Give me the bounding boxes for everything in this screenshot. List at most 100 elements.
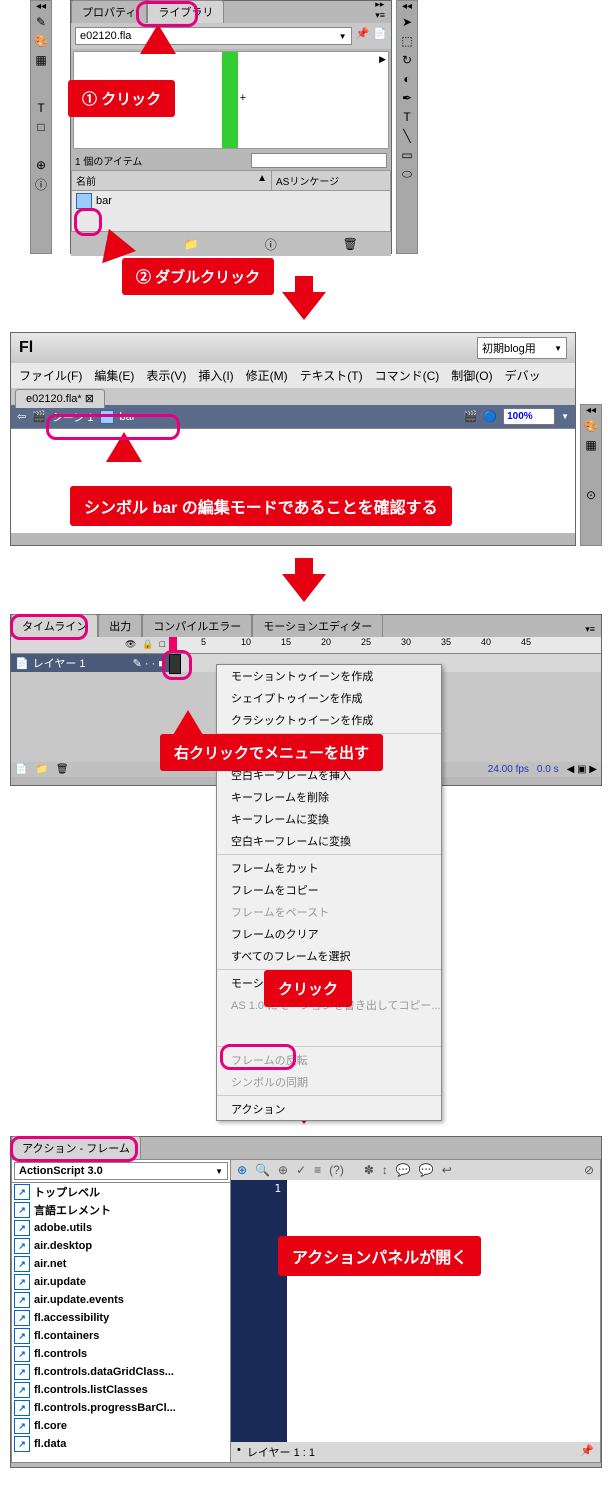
tree-fl-access[interactable]: ↗fl.accessibility — [12, 1309, 230, 1327]
arrow-1 — [282, 292, 326, 320]
new-folder-icon[interactable]: 📁 — [182, 235, 200, 253]
tool-lasso[interactable]: ◐ — [398, 70, 416, 88]
ctx-create-motion[interactable]: モーショントゥイーンを作成 — [217, 665, 441, 687]
tree-fl-list[interactable]: ↗fl.controls.listClasses — [12, 1381, 230, 1399]
delete-layer-icon[interactable]: 🗑 — [56, 764, 69, 775]
tree-air-update-ev[interactable]: ↗air.update.events — [12, 1291, 230, 1309]
script-version-dropdown[interactable]: ActionScript 3.0 — [14, 1162, 228, 1180]
menu-text[interactable]: テキスト(T) — [300, 367, 363, 384]
pin-status-icon[interactable]: 📌 — [580, 1444, 594, 1460]
tool-pencil[interactable]: ✎ — [32, 13, 50, 31]
ctx-select-all[interactable]: すべてのフレームを選択 — [217, 945, 441, 967]
tree-fl-datagrid[interactable]: ↗fl.controls.dataGridClass... — [12, 1363, 230, 1381]
search-input[interactable] — [251, 153, 387, 168]
new-layer-icon[interactable]: 📄 — [15, 764, 27, 775]
ctx-create-shape[interactable]: シェイプトゥイーンを作成 — [217, 687, 441, 709]
tool-transform[interactable]: ↻ — [398, 51, 416, 69]
uncomment-icon[interactable]: 💬 — [419, 1163, 434, 1177]
tab-output[interactable]: 出力 — [98, 614, 142, 637]
tree-air-desktop[interactable]: ↗air.desktop — [12, 1237, 230, 1255]
tree-lang[interactable]: ↗言語エレメント — [12, 1201, 230, 1219]
debug-icon[interactable]: ✽ — [364, 1163, 374, 1177]
code-editor[interactable] — [287, 1180, 600, 1442]
highlight-timeline-tab — [10, 614, 88, 640]
document-tab[interactable]: e02120.fla* ⊠ — [15, 389, 105, 408]
col-linkage[interactable]: ASリンケージ — [272, 171, 390, 190]
ctx-convert-blank[interactable]: 空白キーフレームに変換 — [217, 830, 441, 852]
tool-help[interactable]: ⊙ — [582, 486, 600, 504]
tool-palette[interactable]: 🎨 — [32, 32, 50, 50]
tree-fl-controls[interactable]: ↗fl.controls — [12, 1345, 230, 1363]
edit-symbol-icon[interactable]: 🔵 — [483, 410, 497, 423]
ctx-actions[interactable]: アクション — [217, 1098, 441, 1120]
new-icon[interactable]: 📄 — [373, 27, 387, 45]
collapse-icon[interactable]: ↕ — [382, 1163, 388, 1177]
lock-icon[interactable]: 🔒 — [142, 639, 153, 651]
tool-palette2[interactable]: 🎨 — [582, 417, 600, 435]
tool-rect[interactable]: □ — [32, 118, 50, 136]
file-dropdown[interactable]: e02120.fla — [75, 27, 352, 45]
ctx-create-classic[interactable]: クラシックトゥイーンを作成 — [217, 709, 441, 731]
library-item-bar[interactable]: bar — [72, 191, 390, 211]
timeline-ruler[interactable]: 5 10 15 20 25 30 35 40 45 — [169, 637, 601, 653]
tree-air-net[interactable]: ↗air.net — [12, 1255, 230, 1273]
ctx-clear[interactable]: フレームのクリア — [217, 923, 441, 945]
target-icon[interactable]: ⊕ — [278, 1163, 288, 1177]
menu-view[interactable]: 表示(V) — [146, 367, 186, 384]
ctx-cut[interactable]: フレームをカット — [217, 857, 441, 879]
properties-icon[interactable]: ⓘ — [262, 235, 280, 253]
tool-subselect[interactable]: ⬚ — [398, 32, 416, 50]
tool-grid[interactable]: ▦ — [32, 51, 50, 69]
tree-fl-progress[interactable]: ↗fl.controls.progressBarCl... — [12, 1399, 230, 1417]
find-icon[interactable]: 🔍 — [255, 1163, 270, 1177]
pin2-icon[interactable]: ↩ — [442, 1163, 452, 1177]
tree-fl-data[interactable]: ↗fl.data — [12, 1435, 230, 1453]
tool-info[interactable]: ⓘ — [32, 175, 50, 193]
menu-edit[interactable]: 編集(E) — [94, 367, 134, 384]
tab-compile[interactable]: コンパイルエラー — [142, 614, 252, 637]
tool-text2[interactable]: T — [398, 108, 416, 126]
ctx-delete-key[interactable]: キーフレームを削除 — [217, 786, 441, 808]
tab-motion[interactable]: モーションエディター — [252, 614, 383, 637]
menu-debug[interactable]: デバッ — [505, 367, 541, 384]
menu-control[interactable]: 制御(O) — [451, 367, 492, 384]
delete-icon[interactable]: 🗑 — [341, 235, 359, 253]
tree-fl-containers[interactable]: ↗fl.containers — [12, 1327, 230, 1345]
tree-air-update[interactable]: ↗air.update — [12, 1273, 230, 1291]
pin-icon[interactable]: 📌 — [356, 27, 370, 45]
comment-icon[interactable]: 💬 — [396, 1163, 411, 1177]
tool-arrow[interactable]: ➤ — [398, 13, 416, 31]
new-folder2-icon[interactable]: 📁 — [35, 764, 47, 775]
tree-fl-core[interactable]: ↗fl.core — [12, 1417, 230, 1435]
menu-file[interactable]: ファイル(F) — [19, 367, 82, 384]
format-icon[interactable]: ≡ — [314, 1163, 321, 1177]
help2-icon[interactable]: ⊘ — [584, 1163, 594, 1177]
tree-toplevel[interactable]: ↗トップレベル — [12, 1183, 230, 1201]
menu-insert[interactable]: 挿入(I) — [198, 367, 233, 384]
add-icon[interactable]: ⊕ — [237, 1163, 247, 1177]
hint-icon[interactable]: (?) — [329, 1163, 344, 1177]
tool-align[interactable]: ⊕ — [32, 156, 50, 174]
menu-modify[interactable]: 修正(M) — [246, 367, 288, 384]
outline-icon[interactable]: □ — [160, 639, 165, 651]
col-name[interactable]: 名前 — [76, 177, 96, 188]
tool-oval[interactable]: ⬭ — [398, 165, 416, 183]
play-icon[interactable]: ▶ — [379, 54, 386, 65]
zoom-input[interactable] — [503, 408, 555, 425]
tool-swatch[interactable]: ▦ — [582, 436, 600, 454]
tool-text[interactable]: T — [32, 99, 50, 117]
eye-icon[interactable]: 👁 — [125, 639, 136, 651]
tool-line[interactable]: ╲ — [398, 127, 416, 145]
tool-rect2[interactable]: ▭ — [398, 146, 416, 164]
menu-command[interactable]: コマンド(C) — [375, 367, 440, 384]
script-tree[interactable]: ↗トップレベル ↗言語エレメント ↗adobe.utils ↗air.deskt… — [12, 1182, 230, 1462]
workspace-dropdown[interactable]: 初期blog用 — [477, 337, 567, 359]
layer-name[interactable]: レイヤー 1 — [33, 655, 86, 671]
check-icon[interactable]: ✓ — [296, 1163, 306, 1177]
back-icon[interactable]: ⇦ — [17, 410, 26, 423]
ctx-convert-key[interactable]: キーフレームに変換 — [217, 808, 441, 830]
ctx-copy[interactable]: フレームをコピー — [217, 879, 441, 901]
tree-adobe-utils[interactable]: ↗adobe.utils — [12, 1219, 230, 1237]
tool-pen[interactable]: ✒ — [398, 89, 416, 107]
edit-scene-icon[interactable]: 🎬 — [464, 410, 478, 423]
